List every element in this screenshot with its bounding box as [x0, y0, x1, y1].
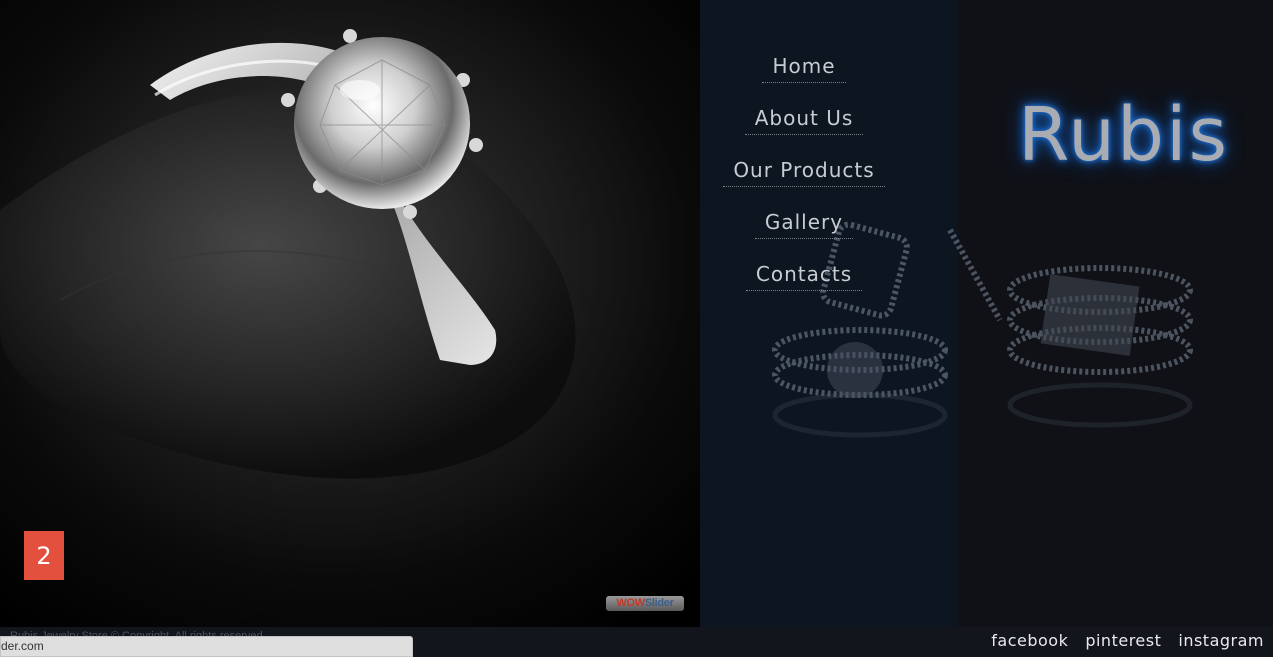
wowslider-logo-part2: Slider — [644, 597, 674, 609]
slide-number-badge[interactable]: 2 — [24, 531, 64, 580]
social-links: facebook pinterest instagram — [991, 631, 1264, 650]
browser-status-bar: der.com — [0, 636, 413, 657]
pinterest-link[interactable]: pinterest — [1085, 631, 1161, 650]
wowslider-logo[interactable]: WOWSlider — [606, 596, 684, 611]
main-nav: Home About Us Our Products Gallery Conta… — [700, 50, 908, 310]
nav-about-us[interactable]: About Us — [744, 102, 864, 135]
nav-our-products[interactable]: Our Products — [723, 154, 885, 187]
nav-home[interactable]: Home — [762, 50, 846, 83]
nav-gallery[interactable]: Gallery — [754, 206, 854, 239]
image-slider[interactable]: 2 WOWSlider — [0, 0, 700, 627]
instagram-link[interactable]: instagram — [1178, 631, 1264, 650]
ring-photo — [0, 29, 576, 479]
facebook-link[interactable]: facebook — [991, 631, 1068, 650]
wowslider-logo-part1: WOW — [616, 597, 645, 609]
brand-logo[interactable]: Rubis — [1018, 92, 1229, 178]
nav-contacts[interactable]: Contacts — [745, 258, 863, 291]
